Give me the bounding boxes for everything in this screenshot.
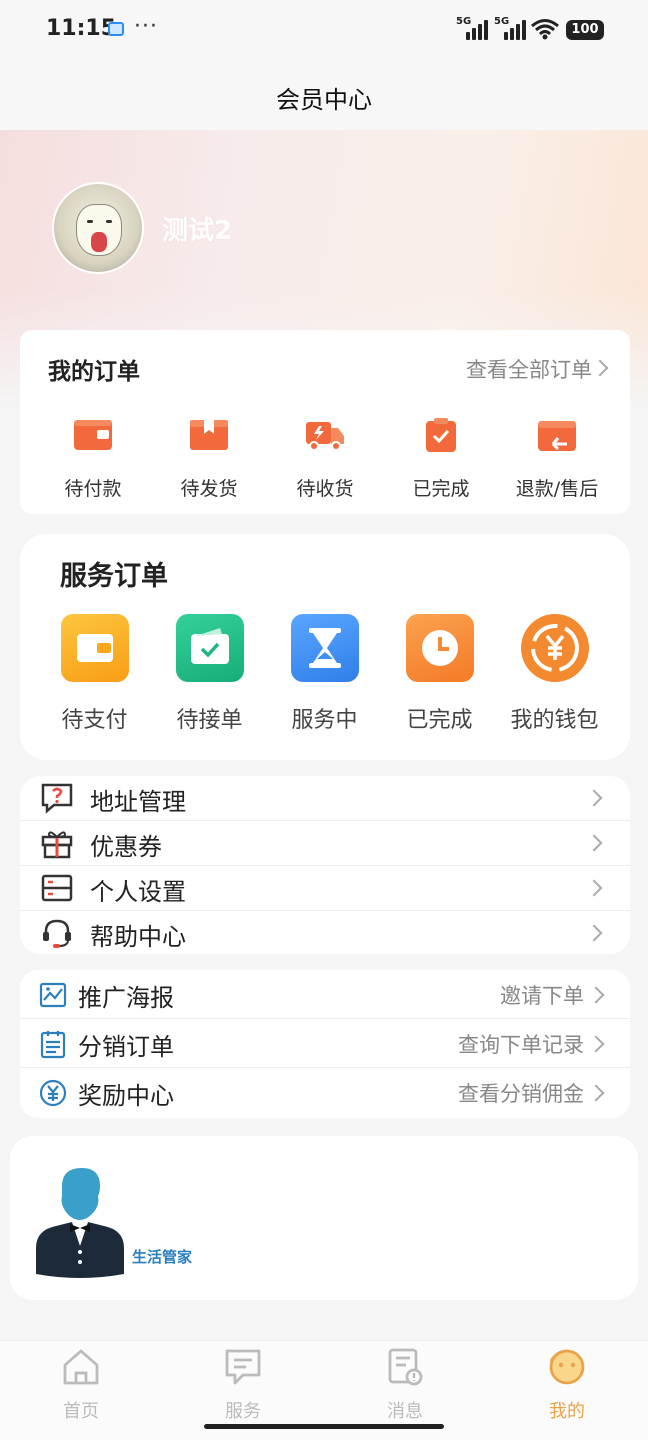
order-item-label: 待发货 (180, 478, 238, 500)
signal-label: 5G (456, 16, 472, 27)
menu-item-label: 帮助中心 (90, 923, 186, 951)
tab-service[interactable]: 服务 (183, 1343, 303, 1423)
tab-label: 消息 (387, 1401, 423, 1422)
refund-icon (538, 421, 576, 451)
yuan-coin-icon (520, 614, 589, 682)
tab-mine[interactable]: 我的 (507, 1343, 627, 1423)
nav-bar: 会员中心 (0, 60, 648, 132)
life-butler-label: 生活管家 (132, 1248, 193, 1266)
settings-panel-icon (41, 874, 73, 902)
signal-icon-2: 5G (494, 16, 528, 40)
tab-label: 服务 (225, 1401, 261, 1422)
promo-item-label: 奖励中心 (78, 1082, 174, 1110)
truck-icon (306, 422, 344, 451)
promo-rewards-center[interactable]: 奖励中心 查看分销佣金 (20, 1068, 630, 1117)
yuan-icon (39, 1079, 67, 1107)
status-bar: 11:15 ··· 5G 5G 100 (0, 0, 648, 60)
battery-indicator: 100 (566, 20, 604, 40)
service-item-label: 待接单 (176, 708, 243, 733)
home-icon (63, 1349, 99, 1385)
order-item-label: 退款/售后 (515, 478, 599, 500)
order-pending-receipt[interactable]: 待收货 (270, 418, 380, 501)
menu-help-center[interactable]: 帮助中心 (20, 911, 630, 956)
menu-item-label: 地址管理 (90, 788, 186, 816)
order-item-label: 已完成 (412, 478, 470, 500)
my-orders-title: 我的订单 (48, 359, 140, 385)
my-orders-card: 我的订单 查看全部订单 待付款 待发货 待收货 已完成 退款/售后 (20, 330, 630, 514)
order-pending-payment[interactable]: 待付款 (38, 418, 148, 501)
butler-icon (36, 1168, 124, 1278)
hourglass-icon (290, 614, 359, 682)
home-indicator (204, 1424, 444, 1429)
order-refund-aftersale[interactable]: 退款/售后 (502, 418, 612, 501)
service-item-label: 我的钱包 (510, 708, 599, 733)
notification-app-icon (108, 22, 124, 36)
life-butler-card[interactable]: 生活管家 (10, 1136, 638, 1300)
chevron-right-icon (585, 879, 603, 897)
box-icon (190, 420, 228, 450)
service-orders-title: 服务订单 (60, 561, 168, 592)
signal-label-2: 5G (494, 16, 510, 27)
service-pending-accept[interactable]: 待接单 (152, 614, 267, 734)
menu-address-management[interactable]: 地址管理 (20, 776, 630, 821)
wallet-icon (74, 420, 112, 450)
chevron-right-icon (587, 986, 605, 1004)
poster-icon (39, 982, 67, 1008)
list-icon (40, 1031, 66, 1059)
menu-item-label: 个人设置 (90, 878, 186, 906)
check-card-icon (175, 614, 244, 682)
settings-menu-card: 地址管理 优惠券 个人设置 帮助中心 (20, 776, 630, 954)
my-wallet[interactable]: 我的钱包 (497, 614, 612, 734)
service-orders-card: 服务订单 待支付 待接单 服务中 已完成 我的钱包 (20, 534, 630, 760)
message-doc-icon (388, 1348, 423, 1386)
chevron-right-icon (587, 1084, 605, 1102)
service-item-label: 已完成 (406, 708, 473, 733)
menu-personal-settings[interactable]: 个人设置 (20, 866, 630, 911)
distribution-card: 推广海报 邀请下单 分销订单 查询下单记录 奖励中心 查看分销佣金 (20, 970, 630, 1118)
wifi-icon (531, 19, 559, 40)
promo-item-label: 推广海报 (78, 984, 174, 1012)
promo-item-hint: 查询下单记录 (458, 1033, 584, 1057)
gift-icon (41, 831, 73, 859)
question-chat-icon (41, 783, 73, 814)
tab-label: 我的 (549, 1401, 585, 1422)
promo-distribution-orders[interactable]: 分销订单 查询下单记录 (20, 1019, 630, 1068)
promo-item-label: 分销订单 (78, 1033, 174, 1061)
more-notifications-icon: ··· (134, 14, 158, 39)
menu-item-label: 优惠券 (90, 833, 162, 861)
avatar[interactable] (52, 182, 144, 274)
promo-item-hint: 查看分销佣金 (458, 1082, 584, 1106)
tab-messages[interactable]: 消息 (345, 1343, 465, 1423)
headset-icon (43, 919, 71, 948)
page-title: 会员中心 (276, 86, 372, 114)
smiley-icon (549, 1349, 585, 1385)
order-completed[interactable]: 已完成 (386, 418, 496, 501)
service-pending-payment[interactable]: 待支付 (37, 614, 152, 734)
view-all-orders-link[interactable]: 查看全部订单 (466, 354, 592, 384)
chevron-right-icon (585, 789, 603, 807)
order-item-label: 待付款 (64, 478, 122, 500)
chevron-right-icon (585, 924, 603, 942)
promo-poster[interactable]: 推广海报 邀请下单 (20, 970, 630, 1019)
clipboard-check-icon (426, 418, 456, 452)
service-in-progress[interactable]: 服务中 (267, 614, 382, 734)
service-completed[interactable]: 已完成 (382, 614, 497, 734)
service-item-label: 待支付 (61, 708, 128, 733)
order-item-label: 待收货 (296, 478, 354, 500)
chevron-right-icon (587, 1035, 605, 1053)
clock-icon (405, 614, 474, 682)
menu-coupons[interactable]: 优惠券 (20, 821, 630, 866)
tab-home[interactable]: 首页 (21, 1343, 141, 1423)
service-item-label: 服务中 (291, 708, 358, 733)
order-pending-shipment[interactable]: 待发货 (154, 418, 264, 501)
username[interactable]: 测试2 (162, 210, 232, 247)
chat-icon (225, 1349, 261, 1385)
promo-item-hint: 邀请下单 (500, 984, 584, 1008)
tab-label: 首页 (63, 1401, 99, 1422)
status-time: 11:15 (46, 16, 117, 41)
wallet-icon (60, 614, 129, 682)
chevron-right-icon[interactable] (591, 359, 609, 377)
signal-icon: 5G (456, 16, 490, 40)
chevron-right-icon (585, 834, 603, 852)
